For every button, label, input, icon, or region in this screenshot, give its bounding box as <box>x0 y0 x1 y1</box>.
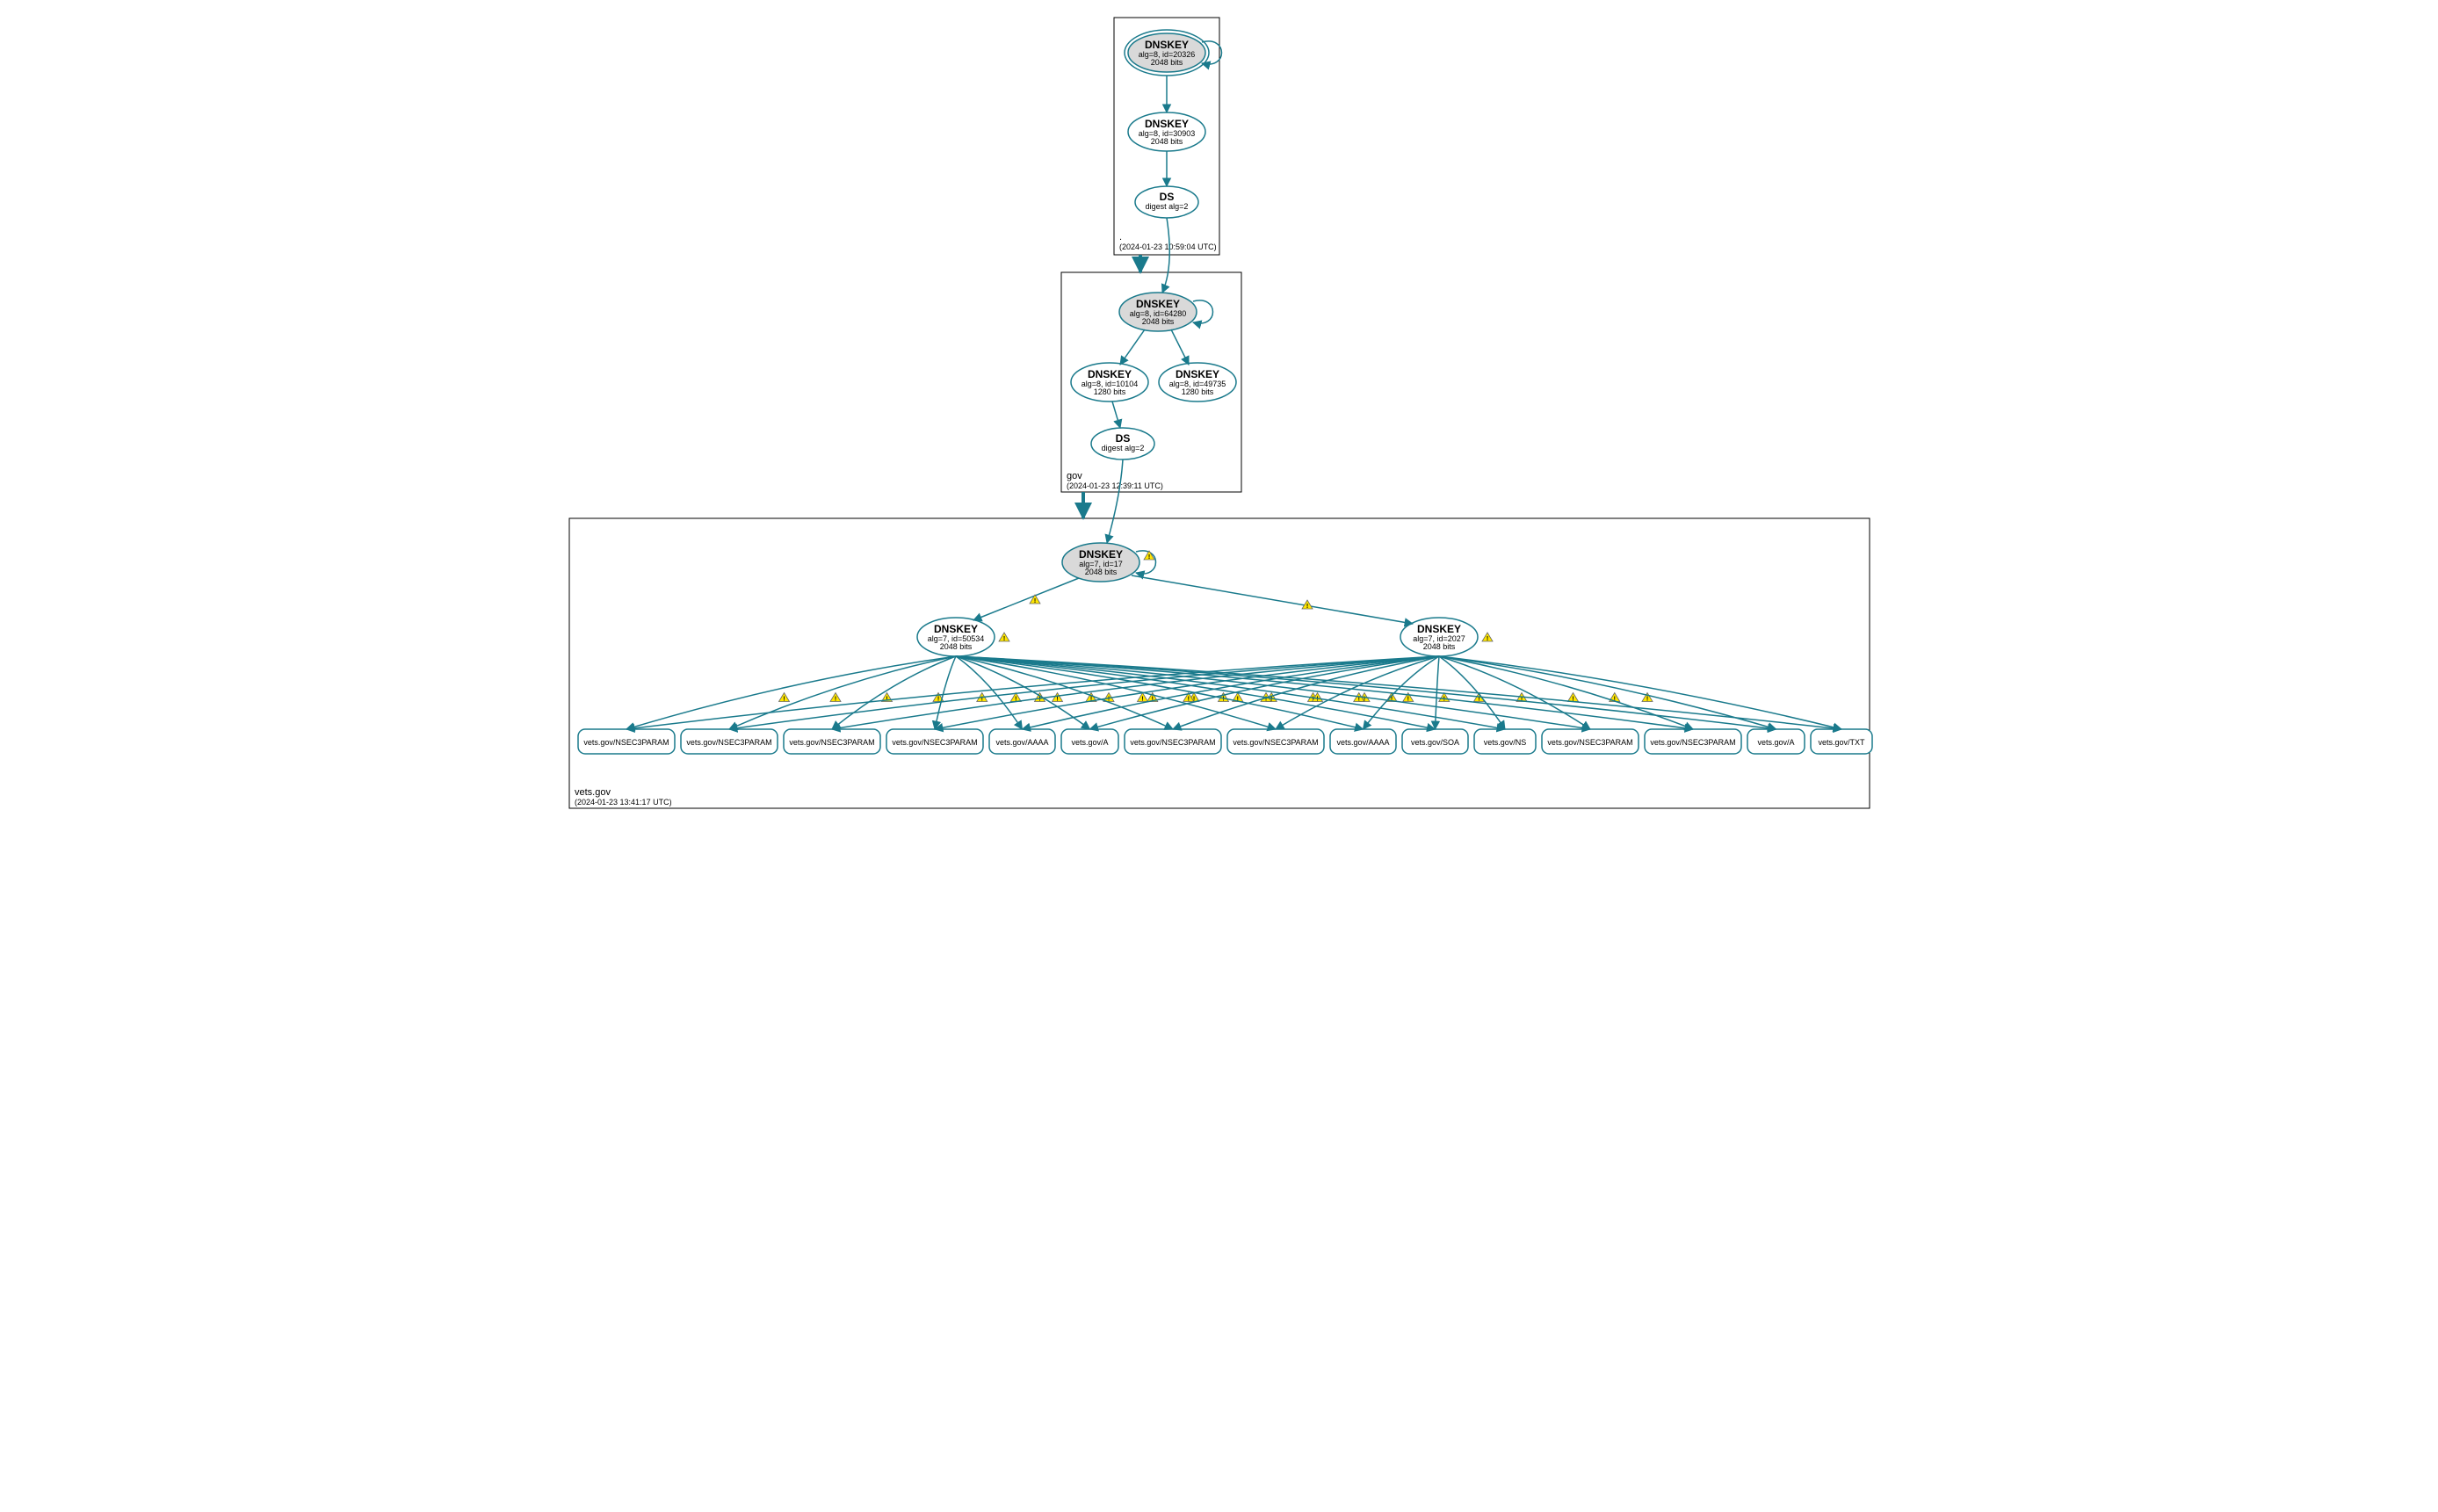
edge-gov-ksk-zsk1 <box>1120 329 1145 365</box>
svg-text:!: ! <box>1056 697 1058 703</box>
zone-gov-label: gov <box>1067 471 1082 481</box>
rrset-r3-label: vets.gov/NSEC3PARAM <box>892 738 977 747</box>
zone-root-label: . <box>1119 232 1122 242</box>
svg-text:!: ! <box>1038 697 1040 703</box>
svg-text:DS: DS <box>1159 191 1174 203</box>
node-gov-zsk2: DNSKEY alg=8, id=49735 1280 bits <box>1159 363 1236 402</box>
svg-text:DNSKEY: DNSKEY <box>1416 623 1460 635</box>
svg-text:DS: DS <box>1115 432 1130 445</box>
node-vets-ksk: DNSKEY alg=7, id=17 2048 bits <box>1062 543 1139 582</box>
rrset-r1-label: vets.gov/NSEC3PARAM <box>686 738 771 747</box>
warning-icon: ! <box>1030 595 1040 604</box>
svg-text:digest alg=2: digest alg=2 <box>1145 202 1188 211</box>
zone-gov-time: (2024-01-23 12:39:11 UTC) <box>1067 481 1163 490</box>
node-root-zsk: DNSKEY alg=8, id=30903 2048 bits <box>1128 112 1205 151</box>
node-vets-zsk1: DNSKEY alg=7, id=50534 2048 bits <box>917 618 995 656</box>
zone-vets-time: (2024-01-23 13:41:17 UTC) <box>575 798 672 807</box>
rrset-r12-label: vets.gov/NSEC3PARAM <box>1650 738 1735 747</box>
svg-text:2048 bits: 2048 bits <box>939 642 972 651</box>
svg-text:!: ! <box>1486 636 1487 642</box>
svg-text:DNSKEY: DNSKEY <box>933 623 977 635</box>
node-gov-ds: DS digest alg=2 <box>1091 428 1154 459</box>
edge-zsk2-r8 <box>1363 656 1439 729</box>
svg-text:1280 bits: 1280 bits <box>1093 387 1125 396</box>
node-gov-ksk: DNSKEY alg=8, id=64280 2048 bits <box>1119 293 1197 331</box>
svg-text:2048 bits: 2048 bits <box>1150 137 1183 146</box>
rrset-r11-label: vets.gov/NSEC3PARAM <box>1547 738 1632 747</box>
node-root-ksk: DNSKEY alg=8, id=20326 2048 bits <box>1125 30 1209 76</box>
warning-icon: ! <box>999 633 1009 642</box>
warning-icon: ! <box>1052 693 1062 703</box>
svg-text:DNSKEY: DNSKEY <box>1144 39 1188 51</box>
edge-vets-ksk-zsk2 <box>1132 575 1413 624</box>
svg-text:!: ! <box>834 697 836 703</box>
svg-text:!: ! <box>1147 554 1149 561</box>
svg-text:2048 bits: 2048 bits <box>1150 58 1183 67</box>
svg-text:digest alg=2: digest alg=2 <box>1101 444 1144 452</box>
svg-text:2048 bits: 2048 bits <box>1422 642 1455 651</box>
rrset-r7-label: vets.gov/NSEC3PARAM <box>1233 738 1318 747</box>
rrset-r10-label: vets.gov/NS <box>1483 738 1526 747</box>
svg-text:!: ! <box>1306 604 1307 610</box>
rrset-r0-label: vets.gov/NSEC3PARAM <box>583 738 669 747</box>
warning-icon: ! <box>1137 693 1147 703</box>
svg-text:DNSKEY: DNSKEY <box>1135 298 1179 310</box>
svg-text:!: ! <box>1222 697 1224 703</box>
edge-vets-ksk-zsk1 <box>973 578 1079 620</box>
rrset-r6-label: vets.gov/NSEC3PARAM <box>1130 738 1215 747</box>
svg-text:!: ! <box>1646 697 1647 703</box>
warning-icon: ! <box>1482 633 1493 642</box>
rrset-r13-label: vets.gov/A <box>1757 738 1794 747</box>
dnssec-graph: . (2024-01-23 10:59:04 UTC) DNSKEY alg=8… <box>561 0 1878 817</box>
edge-gov-ksk-zsk2 <box>1171 329 1189 365</box>
node-root-ds: DS digest alg=2 <box>1135 186 1198 218</box>
zone-vets-label: vets.gov <box>575 787 611 798</box>
svg-text:1280 bits: 1280 bits <box>1181 387 1213 396</box>
svg-text:2048 bits: 2048 bits <box>1141 317 1174 326</box>
zone-vets-box <box>569 518 1870 808</box>
rrset-r2-label: vets.gov/NSEC3PARAM <box>789 738 874 747</box>
svg-text:!: ! <box>783 697 785 703</box>
edge-gov-ds-vets-ksk <box>1107 459 1123 543</box>
rrset-r9-label: vets.gov/SOA <box>1410 738 1458 747</box>
svg-text:!: ! <box>1002 636 1004 642</box>
svg-text:DNSKEY: DNSKEY <box>1078 548 1122 561</box>
svg-text:!: ! <box>1187 697 1189 703</box>
svg-text:!: ! <box>937 697 938 703</box>
edge-gov-zsk1-ds <box>1112 402 1120 428</box>
svg-text:DNSKEY: DNSKEY <box>1175 368 1219 380</box>
svg-text:DNSKEY: DNSKEY <box>1087 368 1131 380</box>
svg-text:!: ! <box>1141 697 1143 703</box>
rrset-r5-label: vets.gov/A <box>1071 738 1108 747</box>
node-gov-zsk1: DNSKEY alg=8, id=10104 1280 bits <box>1071 363 1148 402</box>
warning-icon: ! <box>830 693 841 703</box>
edge-zsk2-r14 <box>1439 656 1841 729</box>
warning-icon: ! <box>778 693 789 703</box>
rrset-r14-label: vets.gov/TXT <box>1818 738 1865 747</box>
edge-zsk2-r7 <box>1276 656 1439 729</box>
svg-text:!: ! <box>886 697 887 703</box>
svg-text:!: ! <box>1407 697 1408 703</box>
svg-text:!: ! <box>1033 598 1035 604</box>
svg-text:DNSKEY: DNSKEY <box>1144 118 1188 130</box>
svg-text:2048 bits: 2048 bits <box>1084 568 1117 576</box>
rrset-r8-label: vets.gov/AAAA <box>1336 738 1389 747</box>
rrset-r4-label: vets.gov/AAAA <box>995 738 1048 747</box>
svg-text:!: ! <box>1316 697 1318 703</box>
zone-root-time: (2024-01-23 10:59:04 UTC) <box>1119 242 1217 251</box>
